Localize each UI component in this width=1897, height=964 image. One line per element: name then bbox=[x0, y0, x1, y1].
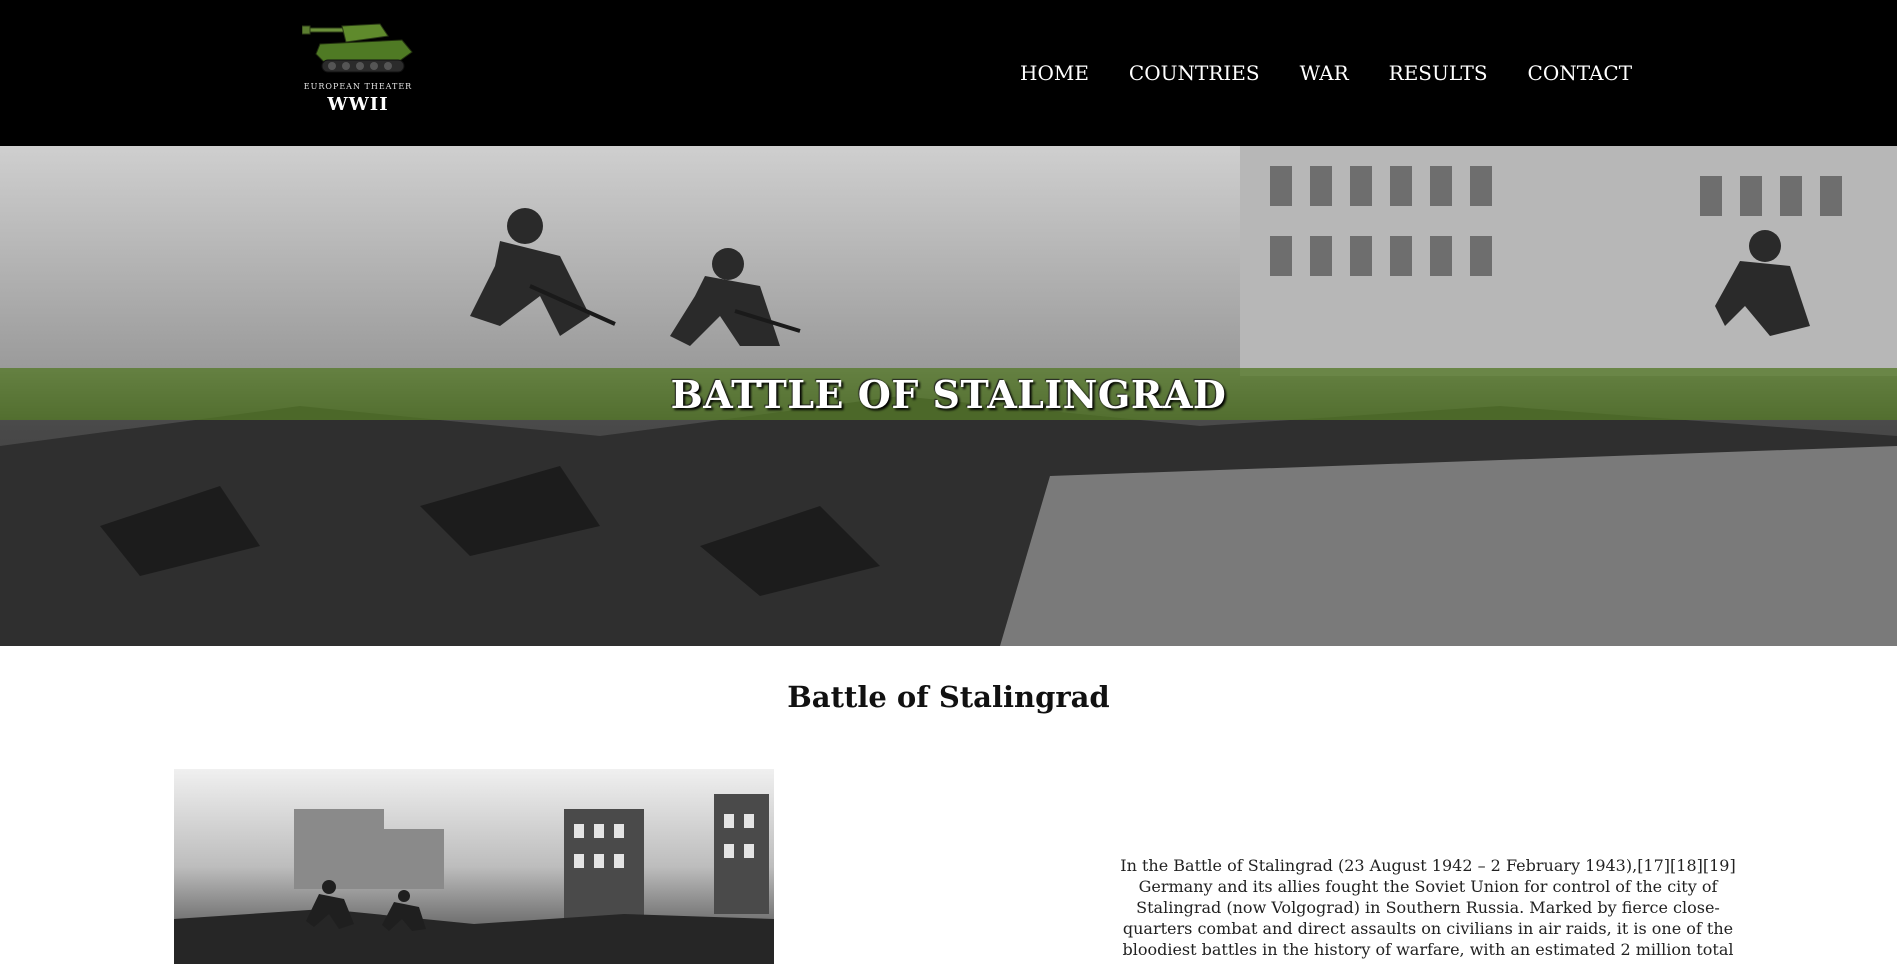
logo-subtitle: EUROPEAN THEATER bbox=[303, 82, 413, 91]
battle-photo-image bbox=[174, 769, 774, 964]
site-logo[interactable]: EUROPEAN THEATER WWII bbox=[283, 18, 433, 128]
site-header: EUROPEAN THEATER WWII HOME COUNTRIES WAR… bbox=[0, 0, 1897, 146]
logo-title: WWII bbox=[327, 94, 389, 115]
hero-title-band: BATTLE OF STALINGRAD bbox=[0, 368, 1897, 420]
nav-contact[interactable]: CONTACT bbox=[1508, 58, 1653, 88]
nav-results[interactable]: RESULTS bbox=[1369, 58, 1508, 88]
nav-countries[interactable]: COUNTRIES bbox=[1109, 58, 1280, 88]
nav-home[interactable]: HOME bbox=[1000, 58, 1109, 88]
tank-icon bbox=[302, 23, 413, 73]
hero-title: BATTLE OF STALINGRAD bbox=[670, 371, 1227, 417]
article-photo bbox=[174, 769, 774, 964]
hero-banner: BATTLE OF STALINGRAD bbox=[0, 146, 1897, 646]
article-paragraph: In the Battle of Stalingrad (23 August 1… bbox=[1120, 856, 1736, 964]
page-heading: Battle of Stalingrad bbox=[787, 680, 1110, 714]
main-nav: HOME COUNTRIES WAR RESULTS CONTACT bbox=[1000, 58, 1652, 88]
nav-war[interactable]: WAR bbox=[1280, 58, 1369, 88]
